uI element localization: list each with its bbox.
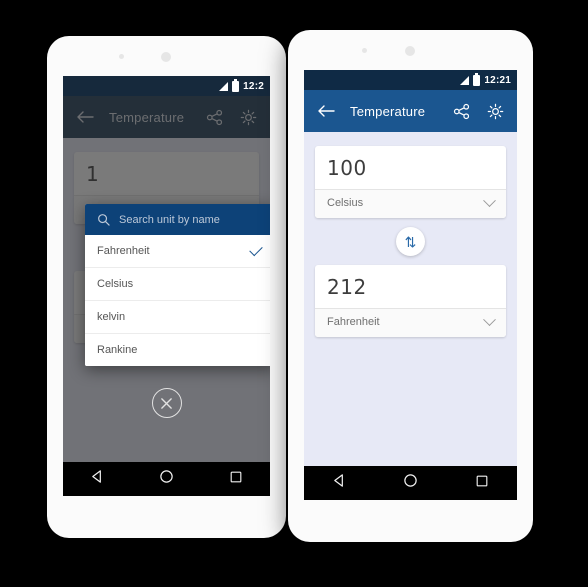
status-bar-left: 12:2 <box>63 76 270 96</box>
battery-icon <box>232 78 240 92</box>
card-from-right[interactable]: 100 Celsius <box>315 146 506 218</box>
check-icon <box>249 242 263 257</box>
signal-triangle-icon <box>219 81 229 91</box>
app-bar-right: Temperature <box>304 90 517 132</box>
dropdown-item-label: Celsius <box>97 278 134 290</box>
page-title: Temperature <box>350 103 426 119</box>
value-to[interactable]: 212 <box>315 265 506 309</box>
back-arrow-icon[interactable] <box>316 101 336 121</box>
screenshot-stage: 12:2 Temperature <box>0 0 588 587</box>
android-nav-bar-left <box>63 462 270 496</box>
dropdown-item-label: Rankine <box>97 344 138 356</box>
swap-row-right: ⇅ <box>315 218 506 265</box>
dropdown-item-celsius[interactable]: Celsius <box>85 268 270 301</box>
screen-right: 12:21 Temperature 100 Celsius ⇅ 212 Fahr… <box>304 70 517 500</box>
card-to-right[interactable]: 212 Fahrenheit <box>315 265 506 337</box>
phone-top-bezel-right <box>288 30 533 70</box>
dropdown-item-label: kelvin <box>97 311 126 323</box>
phone-mockup-right: 12:21 Temperature 100 Celsius ⇅ 212 Fahr… <box>288 30 533 542</box>
search-placeholder: Search unit by name <box>119 213 220 226</box>
front-camera-icon <box>405 46 415 56</box>
converter-content-right: 100 Celsius ⇅ 212 Fahrenheit <box>304 132 517 466</box>
chevron-down-icon <box>483 312 496 326</box>
nav-back-triangle-icon[interactable] <box>332 473 347 493</box>
search-input[interactable]: Search unit by name <box>85 204 270 235</box>
nav-recents-square-icon[interactable] <box>229 470 243 489</box>
status-clock: 12:2 <box>243 80 264 92</box>
nav-home-circle-icon[interactable] <box>159 469 174 489</box>
close-x-icon[interactable] <box>151 388 182 418</box>
phone-mockup-left: 12:2 Temperature <box>47 36 286 538</box>
dropdown-item-label: Fahrenheit <box>97 245 150 257</box>
phone-top-bezel-left <box>47 36 286 76</box>
dropdown-item-rankine[interactable]: Rankine <box>85 334 270 366</box>
unit-selector-to[interactable]: Fahrenheit <box>315 309 506 337</box>
swap-units-button[interactable]: ⇅ <box>396 227 425 256</box>
share-icon[interactable] <box>451 101 471 121</box>
unit-selector-from[interactable]: Celsius <box>315 190 506 218</box>
unit-picker-dropdown[interactable]: Search unit by name Fahrenheit Celsius k… <box>85 204 270 366</box>
nav-home-circle-icon[interactable] <box>403 473 418 493</box>
unit-label-to: Fahrenheit <box>327 316 380 328</box>
unit-label-from: Celsius <box>327 197 364 209</box>
dropdown-item-fahrenheit[interactable]: Fahrenheit <box>85 235 270 268</box>
signal-triangle-icon <box>460 75 470 85</box>
status-clock: 12:21 <box>484 74 511 86</box>
screen-left: 12:2 Temperature <box>63 76 270 496</box>
gear-icon[interactable] <box>485 101 505 121</box>
android-nav-bar-right <box>304 466 517 500</box>
dropdown-item-kelvin[interactable]: kelvin <box>85 301 270 334</box>
battery-icon <box>473 72 481 86</box>
search-icon <box>98 214 110 226</box>
chevron-down-icon <box>483 193 496 207</box>
front-camera-icon <box>161 52 171 62</box>
nav-back-triangle-icon[interactable] <box>90 469 105 489</box>
value-from[interactable]: 100 <box>315 146 506 190</box>
sensor-dot-icon <box>362 48 367 53</box>
sensor-dot-icon <box>119 54 124 59</box>
status-bar-right: 12:21 <box>304 70 517 90</box>
nav-recents-square-icon[interactable] <box>475 474 489 493</box>
